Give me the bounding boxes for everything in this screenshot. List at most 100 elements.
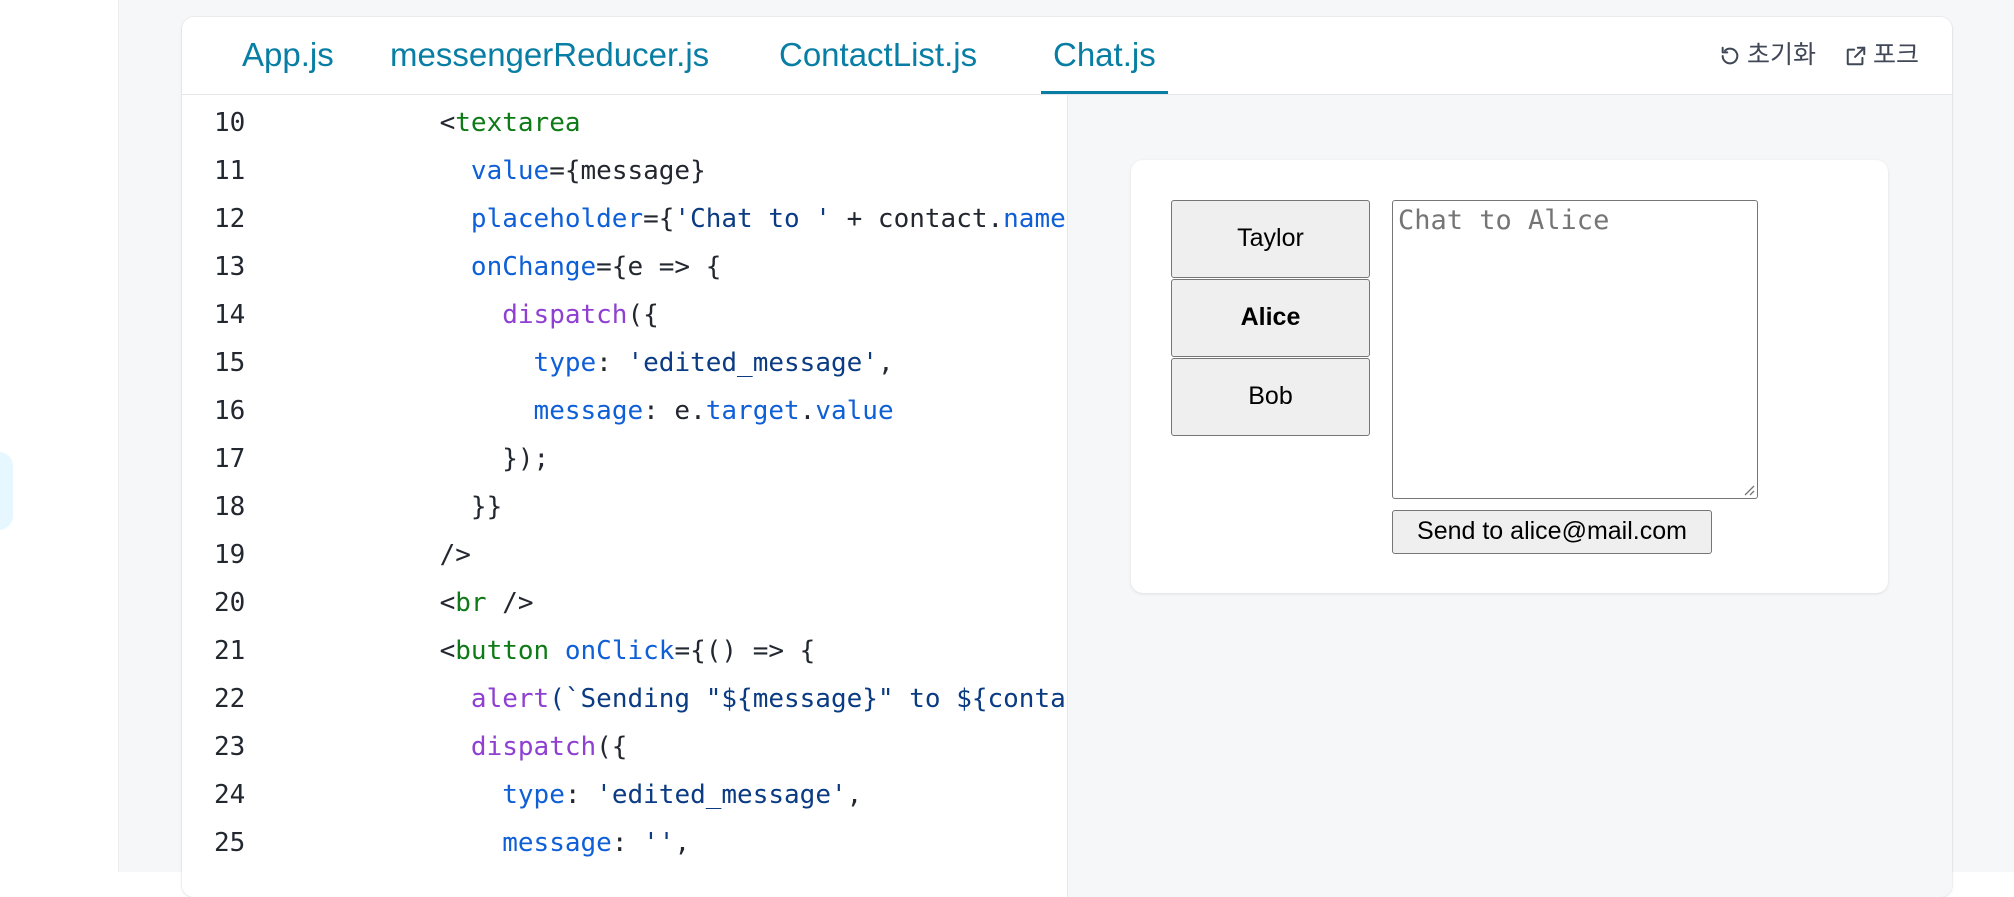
code-token: 'edited_message' (627, 348, 878, 378)
tab-chat-js[interactable]: Chat.js (1041, 17, 1168, 94)
docs-sidebar-edge (0, 0, 119, 872)
code-editor[interactable]: 10 <textarea 11 value={message} 12 placeho… (182, 95, 1068, 897)
code-token: , (846, 780, 863, 810)
tab-contact-list-js[interactable]: ContactList.js (779, 17, 977, 93)
fork-label: 포크 (1873, 41, 1920, 69)
code-token: /> (377, 540, 471, 570)
code-token: ={e => { (596, 252, 722, 282)
code-text: <button onClick={() => { (377, 627, 816, 675)
line-number: 20 (214, 588, 246, 618)
line-number: 12 (214, 204, 246, 234)
code-token: onClick (564, 636, 675, 666)
code-token: ={() => { (674, 636, 816, 666)
preview-pane: Taylor Alice Bob Send to alice@mail.com (1068, 95, 1952, 897)
send-button[interactable]: Send to alice@mail.com (1392, 510, 1712, 554)
line-number: 22 (214, 684, 246, 714)
line-number: 19 (214, 540, 246, 570)
code-token: 'edited_message' (596, 780, 847, 810)
code-token: }); (377, 444, 550, 474)
code-token: type (502, 780, 565, 810)
code-line: 24 type: 'edited_message', (182, 771, 1067, 819)
code-token: : (564, 780, 597, 810)
code-line: 23 dispatch({ (182, 723, 1067, 771)
chat-textarea[interactable] (1392, 200, 1758, 499)
line-number: 24 (214, 780, 246, 810)
code-token: textarea (455, 108, 581, 138)
line-number: 25 (214, 828, 246, 858)
tab-app-js[interactable]: App.js (242, 17, 334, 93)
code-text: onChange={e => { (377, 243, 721, 291)
contact-button-taylor[interactable]: Taylor (1171, 200, 1370, 278)
code-line: 16 message: e.target.value (182, 387, 1067, 435)
code-token: , (674, 828, 691, 858)
fork-button[interactable]: 포크 (1845, 17, 1919, 93)
code-text: /> (377, 531, 471, 579)
contact-button-bob[interactable]: Bob (1171, 358, 1370, 436)
code-token: dispatch (470, 732, 597, 762)
line-number: 14 (214, 300, 246, 330)
code-token: br (455, 588, 487, 618)
code-token: ({ (596, 732, 628, 762)
code-line: 22 alert(`Sending "${message}" to ${cont… (182, 675, 1067, 723)
code-token: < (377, 636, 456, 666)
code-line: 21 <button onClick={() => { (182, 627, 1067, 675)
reset-button[interactable]: 초기화 (1719, 17, 1816, 93)
code-token: placeholder (470, 204, 644, 234)
tab-messenger-reducer-js[interactable]: messengerReducer.js (390, 17, 709, 93)
code-text: value={message} (377, 147, 706, 195)
code-line: 15 type: 'edited_message', (182, 339, 1067, 387)
code-token: value (815, 396, 894, 426)
line-number: 18 (214, 492, 246, 522)
code-token: alert (470, 684, 550, 714)
code-token: (`Sending "${message}" to ${contact (549, 684, 1068, 714)
code-line: 18 }} (182, 483, 1067, 531)
code-token: ={message} (549, 156, 706, 186)
code-line: 14 dispatch({ (182, 291, 1067, 339)
code-token: , (877, 348, 894, 378)
contact-button-alice[interactable]: Alice (1171, 279, 1370, 357)
code-token: name (1003, 204, 1066, 234)
code-token: : (611, 828, 644, 858)
code-text: }); (377, 435, 549, 483)
code-token: + contact. (830, 204, 1004, 234)
code-line: 25 message: '', (182, 819, 1067, 867)
code-token: < (377, 108, 456, 138)
line-number: 16 (214, 396, 246, 426)
code-text: message: '', (377, 819, 690, 867)
code-token: ={ (643, 204, 675, 234)
code-token: }} (377, 492, 503, 522)
code-token: /> (486, 588, 534, 618)
code-token: type (533, 348, 597, 378)
code-token: dispatch (502, 300, 628, 330)
code-token: onChange (470, 252, 597, 282)
sidebar-active-indicator (0, 452, 13, 530)
code-line: 12 placeholder={'Chat to ' + contact.nam… (182, 195, 1067, 243)
reset-icon (1721, 46, 1739, 65)
code-text: <br /> (377, 579, 534, 627)
code-line: 20 <br /> (182, 579, 1067, 627)
code-line: 17 }); (182, 435, 1067, 483)
code-token: message (502, 828, 612, 858)
code-token: : (596, 348, 628, 378)
code-text: type: 'edited_message', (377, 339, 894, 387)
code-text: }} (377, 483, 502, 531)
line-number: 15 (214, 348, 246, 378)
code-token: < (377, 588, 456, 618)
code-text: dispatch({ (377, 291, 659, 339)
reset-label: 초기화 (1747, 41, 1817, 69)
code-token: ({ (627, 300, 659, 330)
external-link-icon (1846, 46, 1866, 66)
code-sandbox: App.js messengerReducer.js ContactList.j… (182, 17, 1952, 897)
code-token: value (470, 156, 550, 186)
